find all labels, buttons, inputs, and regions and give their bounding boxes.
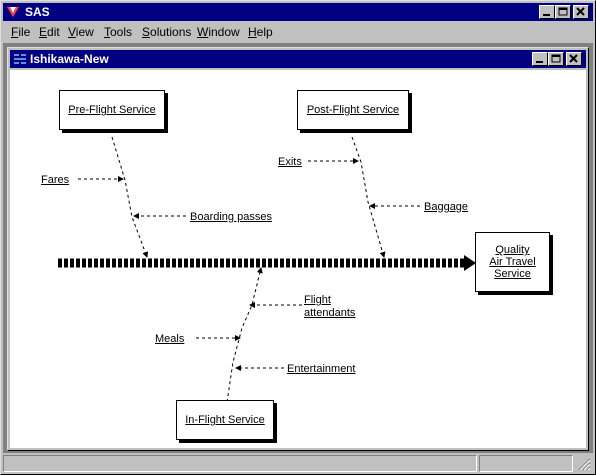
bone-in-flight	[226, 267, 263, 403]
mdi-client-area: Ishikawa-New Pre-Flight Service Post-Fli…	[3, 43, 593, 453]
minimize-button[interactable]	[539, 5, 555, 19]
resize-grip-icon[interactable]	[577, 457, 591, 471]
subcause-exits[interactable]: Exits	[278, 156, 302, 169]
effect-quality-air-travel-service[interactable]: Quality Air Travel Service	[475, 232, 550, 292]
ishikawa-window: Ishikawa-New Pre-Flight Service Post-Fli…	[7, 47, 589, 451]
maximize-icon	[558, 7, 568, 16]
minimize-icon	[536, 61, 543, 63]
app-title-bar[interactable]: SAS	[3, 3, 593, 21]
cause-in-flight-service[interactable]: In-Flight Service	[176, 400, 274, 440]
subcause-entertainment[interactable]: Entertainment	[287, 363, 355, 376]
child-minimize-button[interactable]	[532, 52, 548, 66]
maximize-button[interactable]	[555, 5, 571, 19]
cause-post-flight-service[interactable]: Post-Flight Service	[297, 90, 409, 130]
app-title: SAS	[25, 5, 50, 19]
diagram-canvas: Pre-Flight Service Post-Flight Service I…	[10, 70, 586, 448]
menu-bar: File Edit View Tools Solutions Window He…	[3, 23, 593, 41]
minimize-icon	[543, 14, 550, 16]
status-panel-main	[3, 455, 477, 472]
subcause-flight-attendants[interactable]: Flight attendants	[304, 294, 355, 320]
menu-solutions[interactable]: Solutions	[142, 25, 191, 39]
subcause-meals[interactable]: Meals	[155, 333, 184, 346]
menu-file[interactable]: File	[11, 25, 30, 39]
menu-tools[interactable]: Tools	[104, 25, 132, 39]
status-bar	[3, 455, 593, 472]
child-maximize-button[interactable]	[548, 52, 564, 66]
bone-pre-flight	[111, 136, 149, 258]
menu-window[interactable]: Window	[197, 25, 240, 39]
bone-post-flight	[351, 136, 386, 258]
sas-logo-icon	[6, 5, 20, 19]
subcause-baggage[interactable]: Baggage	[424, 201, 468, 214]
menu-edit[interactable]: Edit	[39, 25, 60, 39]
subcause-boarding-passes[interactable]: Boarding passes	[190, 211, 272, 224]
close-icon	[576, 7, 585, 16]
close-button[interactable]	[573, 5, 589, 19]
ishikawa-diagram-icon	[13, 52, 27, 66]
child-close-button[interactable]	[566, 52, 582, 66]
sas-application-window: SAS File Edit View Tools Solutions Windo…	[0, 0, 596, 475]
menu-help[interactable]: Help	[248, 25, 273, 39]
child-title-bar[interactable]: Ishikawa-New	[10, 50, 586, 68]
status-panel-secondary	[479, 455, 573, 472]
maximize-icon	[551, 54, 561, 63]
subcause-fares[interactable]: Fares	[41, 174, 69, 187]
cause-pre-flight-service[interactable]: Pre-Flight Service	[59, 90, 165, 130]
menu-view[interactable]: View	[68, 25, 94, 39]
close-icon	[569, 54, 578, 63]
child-title: Ishikawa-New	[30, 52, 109, 66]
